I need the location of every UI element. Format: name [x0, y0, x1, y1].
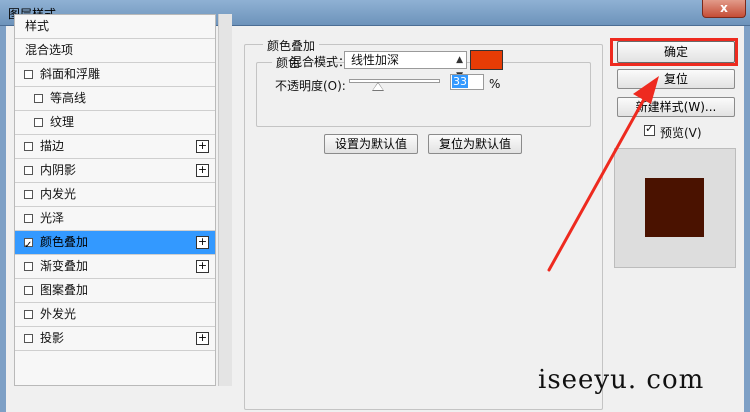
annotation-arrow-icon: [547, 76, 659, 272]
watermark-text: iseeyu. com: [538, 365, 705, 395]
